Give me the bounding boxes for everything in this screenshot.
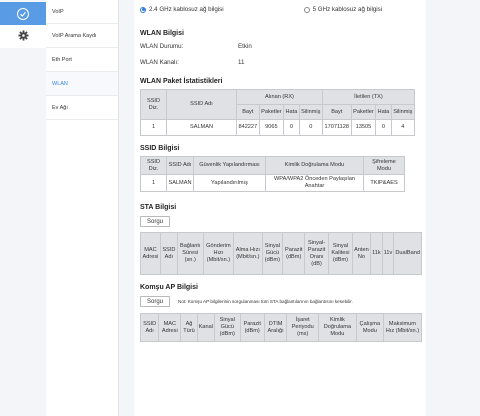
neighbor-query-button[interactable]: Sorgu — [140, 296, 171, 307]
col-ssid-index: SSID Diz. — [140, 89, 167, 120]
col-encryption-mode: Şifreleme Modu — [363, 156, 405, 175]
app-window: VoIP VoIP Arama Kaydı Eth Port WLAN Ev A… — [0, 0, 480, 416]
sta-info-title: STA Bilgisi — [140, 204, 177, 211]
ssid-info-table: SSID Diz. SSID Adı Güvenlik Yapılandırma… — [140, 156, 405, 192]
col-rx-packets: Paketler — [258, 104, 285, 120]
col-beacon-period: İşaret Periyodu (ms) — [286, 313, 320, 342]
cell-tx-byte: 17071128 — [321, 119, 352, 136]
submenu-item-wlan[interactable]: WLAN — [46, 72, 118, 96]
cell-rx-error: 0 — [283, 119, 300, 136]
cell-tx-drop: 4 — [390, 119, 416, 136]
table-row: 1 SALMAN Yapılandırılmış WPA/WPA2 Öncede… — [140, 174, 405, 192]
col-security-config: Güvenlik Yapılandırması — [193, 156, 266, 175]
col-tx-byte: Bayt — [321, 104, 352, 120]
table-row: 1 SALMAN 842227 9065 0 0 17071128 13505 … — [140, 119, 416, 136]
col-work-mode: Çalışma Modu — [355, 313, 384, 342]
cell-rx-packets: 9065 — [258, 119, 285, 136]
col-tx-rate: Gönderim Hızı (Mbit/sn.) — [202, 232, 235, 275]
col-rx-error: Hata — [283, 104, 300, 120]
cell-tx-packets: 13505 — [350, 119, 377, 136]
col-signal-strength: Sinyal Gücü (dBm) — [214, 313, 241, 342]
cell-ssid-index: 1 — [140, 174, 167, 192]
col-network-type: Ağ Türü — [180, 313, 198, 342]
cell-tx-error: 0 — [375, 119, 392, 136]
band-option-5g-label: 5 GHz kablosuz ağ bilgisi — [312, 6, 383, 13]
neighbor-note: Not: Komşu AP bilgilerinin sorgulanması … — [178, 299, 353, 304]
cell-encryption-mode: TKIP&AES — [363, 174, 405, 192]
wlan-status-label: WLAN Durumu: — [140, 42, 184, 50]
col-tx-error: Hata — [375, 104, 392, 120]
col-ssid-name: SSID Adı — [139, 313, 160, 342]
col-11k: 11k — [370, 232, 383, 275]
col-noise: Parazit (dBm) — [282, 232, 306, 275]
col-ssid-name: SSID Adı — [166, 156, 194, 175]
submenu-item-voip[interactable]: VoIP — [46, 0, 118, 24]
col-auth-mode: Kimlik Doğrulama Modu — [265, 156, 364, 175]
wlan-status-value: Etkin — [238, 42, 252, 50]
submenu-item-home-network[interactable]: Ev Ağı — [46, 96, 118, 120]
neighbor-toolbar: Sorgu Not: Komşu AP bilgilerinin sorgula… — [140, 296, 420, 307]
col-antenna: Anten No — [351, 232, 372, 275]
status-submenu: VoIP VoIP Arama Kaydı Eth Port WLAN Ev A… — [46, 0, 119, 416]
rail-item-status[interactable] — [0, 2, 46, 25]
cell-ssid-name: SALMAN — [166, 174, 194, 192]
cell-rx-drop: 0 — [298, 119, 323, 136]
col-ssid-index: SSID Diz. — [140, 156, 167, 175]
col-dualband: DualBand — [393, 232, 422, 275]
check-circle-icon — [17, 7, 29, 20]
col-11v: 11v — [381, 232, 395, 275]
col-noise: Parazit (dBm) — [239, 313, 265, 342]
col-rx-rate: Alma Hızı (Mbit/sn.) — [233, 232, 263, 275]
main-content: 2.4 GHz kablosuz ağ bilgisi 5 GHz kablos… — [134, 0, 426, 416]
col-snr: Sinyal-Parazit Oranı (dB) — [304, 232, 330, 275]
col-max-rate: Maksimum Hız (Mbit/sn.) — [382, 313, 423, 342]
cell-ssid-name: SALMAN — [166, 119, 237, 136]
col-mac-address: MAC Adresi — [140, 232, 161, 275]
packet-stats-table: SSID Diz. SSID Adı Alınan (RX) İletilen … — [140, 89, 416, 136]
col-rx-drop: Silinmiş — [298, 104, 323, 120]
col-connection-time: Bağlantı Süresi (sn.) — [176, 232, 204, 275]
sta-query-button[interactable]: Sorgu — [140, 216, 171, 227]
cell-auth-mode: WPA/WPA2 Önceden Paylaşılan Anahtar — [265, 174, 364, 192]
rail-item-settings[interactable] — [0, 25, 46, 48]
band-option-5g[interactable]: 5 GHz kablosuz ağ bilgisi — [303, 6, 383, 13]
icon-rail — [0, 0, 46, 416]
col-dtim: DTIM Aralığı — [263, 313, 288, 342]
col-rx-byte: Bayt — [236, 104, 260, 120]
submenu-item-eth-port[interactable]: Eth Port — [46, 48, 118, 72]
col-ssid-name: SSID Adı — [159, 232, 178, 275]
packet-stats-title: WLAN Paket İstatistikleri — [140, 78, 223, 85]
neighbor-ap-table: SSID Adı MAC Adresi Ağ Türü Kanal Sinyal… — [139, 313, 423, 342]
col-auth-mode: Kimlik Doğrulama Modu — [318, 313, 357, 342]
col-signal-quality: Sinyal Kalitesi (dBm) — [328, 232, 353, 275]
neighbor-ap-title: Komşu AP Bilgisi — [140, 284, 198, 291]
col-tx-packets: Paketler — [350, 104, 377, 120]
radio-selected-icon[interactable] — [140, 6, 146, 13]
band-selector: 2.4 GHz kablosuz ağ bilgisi 5 GHz kablos… — [140, 0, 420, 16]
wlan-channel-label: WLAN Kanalı: — [140, 58, 179, 66]
col-tx: İletilen (TX) — [321, 89, 416, 105]
cell-ssid-index: 1 — [140, 119, 167, 136]
col-rx: Alınan (RX) — [236, 89, 323, 105]
wlan-channel-row: WLAN Kanalı: 11 — [140, 54, 420, 70]
sta-info-table: MAC Adresi SSID Adı Bağlantı Süresi (sn.… — [140, 232, 422, 275]
ssid-info-title: SSID Bilgisi — [140, 145, 180, 152]
col-signal-strength: Sinyal Gücü (dBm) — [261, 232, 284, 275]
wlan-channel-value: 11 — [238, 58, 245, 66]
gear-icon — [17, 30, 29, 43]
sta-toolbar: Sorgu — [140, 216, 420, 227]
wlan-status-row: WLAN Durumu: Etkin — [140, 38, 420, 54]
submenu-item-voip-call-log[interactable]: VoIP Arama Kaydı — [46, 24, 118, 48]
col-tx-drop: Silinmiş — [390, 104, 416, 120]
wlan-info-title: WLAN Bilgisi — [140, 30, 184, 37]
cell-security-config: Yapılandırılmış — [193, 174, 266, 192]
col-mac-address: MAC Adresi — [158, 313, 182, 342]
band-option-2g[interactable]: 2.4 GHz kablosuz ağ bilgisi — [140, 6, 224, 13]
col-channel: Kanal — [196, 313, 216, 342]
col-ssid-name: SSID Adı — [166, 89, 237, 120]
radio-unselected-icon[interactable] — [303, 6, 310, 13]
cell-rx-byte: 842227 — [236, 119, 260, 136]
band-option-2g-label: 2.4 GHz kablosuz ağ bilgisi — [149, 6, 224, 13]
